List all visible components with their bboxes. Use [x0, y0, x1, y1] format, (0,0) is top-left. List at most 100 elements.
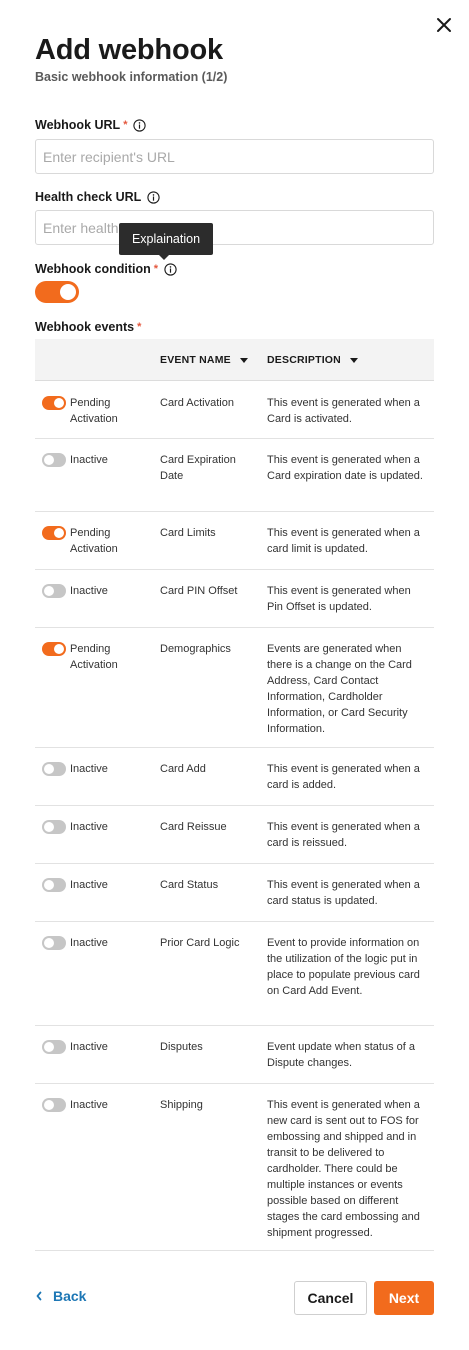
event-status-label: Pending Activation [70, 527, 118, 555]
event-name: Card PIN Offset [160, 585, 238, 597]
table-row: Inactive Shipping This event is generated … [35, 1084, 434, 1251]
event-status: Inactive [42, 1040, 130, 1055]
event-toggle[interactable] [42, 396, 66, 410]
event-status-label: Inactive [70, 879, 108, 891]
table-row: Pending Activation Demographics Events are… [35, 628, 434, 748]
webhook-condition-label: Webhook condition * [35, 262, 177, 276]
health-check-url-label-text: Health check URL [35, 190, 142, 204]
toggle-knob [54, 528, 64, 538]
table-row: Inactive Card Expiration Date This event i… [35, 439, 434, 512]
column-header-description[interactable]: DESCRIPTION [267, 339, 358, 381]
column-header-label: DESCRIPTION [267, 354, 341, 366]
webhook-condition-label-text: Webhook condition [35, 262, 151, 276]
event-name: Card Expiration Date [160, 454, 236, 482]
event-toggle[interactable] [42, 453, 66, 467]
event-toggle[interactable] [42, 584, 66, 598]
close-icon [437, 18, 451, 32]
health-check-url-input[interactable] [35, 210, 434, 245]
event-toggle[interactable] [42, 1040, 66, 1054]
required-mark: * [137, 321, 142, 333]
info-icon[interactable] [147, 190, 160, 204]
event-status-label: Inactive [70, 763, 108, 775]
event-status-label: Inactive [70, 454, 108, 466]
info-icon[interactable] [164, 262, 177, 276]
column-header-event-name[interactable]: EVENT NAME [160, 339, 248, 381]
toggle-knob [44, 880, 54, 890]
event-name: Disputes [160, 1041, 203, 1053]
tooltip-text: Explaination [131, 232, 201, 246]
webhook-url-label-text: Webhook URL [35, 118, 121, 132]
next-button[interactable]: Next [374, 1281, 434, 1315]
event-toggle[interactable] [42, 1098, 66, 1112]
event-status-label: Pending Activation [70, 397, 118, 425]
toggle-knob [44, 455, 54, 465]
table-row: Inactive Card Status This event is generat… [35, 864, 434, 922]
table-row: Inactive Card Add This event is generated … [35, 748, 434, 806]
event-description: This event is generated when a card limi… [267, 527, 420, 555]
event-name: Card Status [160, 879, 219, 891]
webhook-events-label: Webhook events * [35, 320, 141, 334]
dialog-subtitle: Basic webhook information (1/2) [35, 70, 228, 84]
event-description: This event is generated when a card is a… [267, 763, 420, 791]
webhook-events-label-text: Webhook events [35, 320, 135, 334]
column-header-label: EVENT NAME [160, 354, 231, 366]
event-status: Pending Activation [42, 396, 130, 427]
event-toggle[interactable] [42, 820, 66, 834]
toggle-knob [44, 1042, 54, 1052]
event-toggle[interactable] [42, 762, 66, 776]
table-row: Inactive Prior Card Logic Event to provide… [35, 922, 434, 1026]
event-status-label: Inactive [70, 585, 108, 597]
info-icon[interactable] [133, 118, 147, 132]
event-toggle[interactable] [42, 642, 66, 656]
webhook-condition-toggle[interactable] [35, 281, 79, 303]
toggle-knob [44, 764, 54, 774]
event-toggle[interactable] [42, 936, 66, 950]
event-status-label: Inactive [70, 1041, 108, 1053]
event-status-label: Inactive [70, 937, 108, 949]
close-button[interactable] [433, 14, 455, 36]
caret-down-icon [239, 357, 248, 363]
table-row: Inactive Card Reissue This event is genera… [35, 806, 434, 864]
toggle-knob [44, 586, 54, 596]
webhook-url-label: Webhook URL * [35, 118, 147, 132]
event-status: Inactive [42, 878, 130, 893]
toggle-knob [44, 938, 54, 948]
event-status: Inactive [42, 584, 130, 599]
event-status: Inactive [42, 762, 130, 777]
event-description: This event is generated when a card is r… [267, 821, 420, 849]
event-name: Demographics [160, 643, 231, 655]
event-toggle[interactable] [42, 878, 66, 892]
event-description: This event is generated when a card stat… [267, 879, 420, 907]
event-name: Card Activation [160, 397, 234, 409]
event-description: This event is generated when a new card … [267, 1099, 420, 1239]
required-mark: * [153, 263, 159, 275]
chevron-left-icon [36, 1291, 42, 1301]
event-status: Inactive [42, 453, 130, 468]
toggle-knob [44, 822, 54, 832]
required-mark: * [123, 119, 128, 131]
event-toggle[interactable] [42, 526, 66, 540]
tooltip: Explaination [119, 223, 213, 260]
event-description: Event update when status of a Dispute ch… [267, 1041, 415, 1069]
cancel-button[interactable]: Cancel [294, 1281, 367, 1315]
webhook-url-input[interactable] [35, 139, 434, 174]
back-button[interactable]: Back [35, 1288, 86, 1304]
events-table-header: EVENT NAME DESCRIPTION [35, 339, 434, 381]
event-name: Shipping [160, 1099, 203, 1111]
toggle-knob [44, 1100, 54, 1110]
event-name: Card Add [160, 763, 206, 775]
event-description: Events are generated when there is a cha… [267, 643, 412, 735]
event-description: This event is generated when a Card expi… [267, 454, 423, 482]
event-name: Prior Card Logic [160, 937, 240, 949]
toggle-knob [54, 398, 64, 408]
event-status: Inactive [42, 1098, 130, 1113]
event-name: Card Limits [160, 527, 216, 539]
event-description: This event is generated when Pin Offset … [267, 585, 411, 613]
table-row: Inactive Disputes Event update when status… [35, 1026, 434, 1084]
back-button-label: Back [53, 1288, 87, 1304]
event-status: Pending Activation [42, 642, 130, 673]
event-name: Card Reissue [160, 821, 227, 833]
table-row: Pending Activation Card Activation This ev… [35, 382, 434, 439]
event-status: Inactive [42, 820, 130, 835]
health-check-url-label: Health check URL [35, 190, 160, 204]
